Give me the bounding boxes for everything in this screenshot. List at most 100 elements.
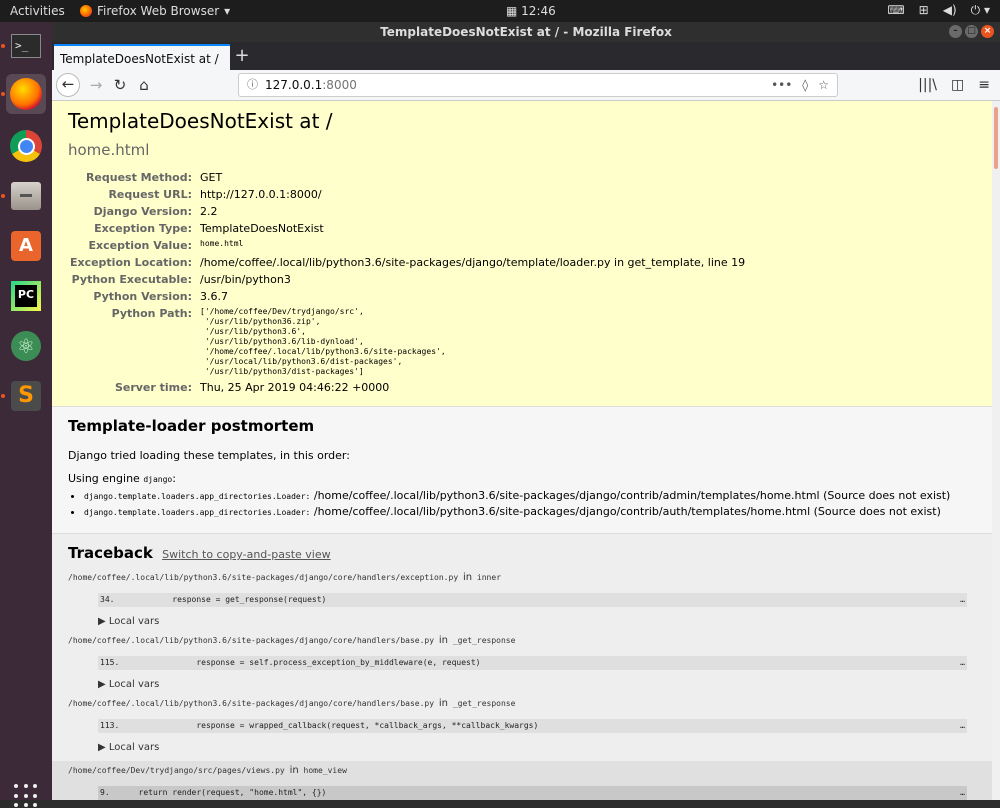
hamburger-menu-icon[interactable]: ≡ — [978, 73, 990, 97]
traceback-heading: Traceback Switch to copy-and-paste view — [68, 544, 976, 562]
code-context-line[interactable]: 9. return render(request, "home.html", {… — [98, 786, 967, 800]
chevron-down-icon: ▾ — [224, 4, 231, 18]
close-icon[interactable]: × — [981, 25, 994, 38]
table-row: Request Method: GET — [68, 169, 745, 186]
python-path-entry: '/usr/lib/python3/dist-packages'] — [200, 367, 364, 376]
files-icon — [11, 182, 41, 210]
firefox-icon — [10, 78, 42, 110]
running-indicator — [1, 194, 5, 198]
python-path-entry: '/usr/local/lib/python3.6/dist-packages'… — [200, 357, 403, 366]
loader-name: django.template.loaders.app_directories.… — [84, 492, 311, 501]
frame-function: _get_response — [452, 636, 516, 645]
browser-tab[interactable]: TemplateDoesNotExist at / — [54, 44, 230, 70]
code-text: 9. return render(request, "home.html", {… — [100, 788, 327, 797]
app-grid-icon[interactable] — [14, 784, 38, 808]
frame-file: /home/coffee/Dev/trydjango/src/pages/vie… — [68, 766, 285, 775]
row-label: Server time: — [114, 381, 192, 394]
software-center-icon: A — [11, 231, 41, 261]
dock: >_ A PC ⚛ S — [0, 22, 52, 808]
files-launcher[interactable] — [6, 176, 46, 216]
app-menu-label: Firefox Web Browser — [97, 4, 220, 18]
row-label: Exception Type: — [94, 222, 192, 235]
clock[interactable]: ▦ 12:46 — [506, 4, 556, 18]
window-titlebar[interactable]: TemplateDoesNotExist at / - Mozilla Fire… — [52, 22, 1000, 42]
app-menu[interactable]: Firefox Web Browser ▾ — [80, 4, 230, 18]
template-path: /home/coffee/.local/lib/python3.6/site-p… — [310, 489, 951, 502]
table-row: Exception Value: home.html — [68, 237, 745, 254]
url-bar[interactable]: ⓘ 127.0.0.1:8000 ••• ◊ ☆ — [238, 73, 838, 97]
code-text: 115. response = self.process_exception_b… — [100, 658, 481, 667]
table-row: Exception Type: TemplateDoesNotExist — [68, 220, 745, 237]
local-vars-toggle[interactable]: ▶ Local vars — [98, 616, 976, 627]
page-scrollbar[interactable] — [992, 101, 1000, 800]
table-row: Python Version: 3.6.7 — [68, 288, 745, 305]
new-tab-button[interactable]: + — [232, 44, 252, 68]
firefox-launcher[interactable] — [6, 74, 46, 114]
running-indicator — [1, 92, 5, 96]
page-actions-button[interactable]: ••• — [771, 74, 792, 96]
bookmark-star-icon[interactable]: ☆ — [818, 74, 829, 96]
row-label: Django Version: — [93, 205, 192, 218]
code-context-line[interactable]: 115. response = self.process_exception_b… — [98, 656, 967, 670]
info-icon[interactable]: ⓘ — [247, 74, 258, 96]
frame-location: /home/coffee/.local/lib/python3.6/site-p… — [68, 698, 976, 709]
system-tray[interactable]: ⌨ ⊞ ◀) ⏻ ▾ — [887, 3, 990, 18]
code-context-line[interactable]: 113. response = wrapped_callback(request… — [98, 719, 967, 733]
local-vars-toggle[interactable]: ▶ Local vars — [98, 742, 976, 753]
atom-launcher[interactable]: ⚛ — [6, 326, 46, 366]
sublime-text-launcher[interactable]: S — [6, 376, 46, 416]
switch-view-link[interactable]: Switch to copy-and-paste view — [162, 548, 330, 561]
row-label: Request Method: — [85, 171, 192, 184]
row-label: Python Version: — [93, 290, 192, 303]
forward-button[interactable]: → — [84, 73, 108, 97]
sublime-text-icon: S — [11, 381, 41, 411]
scrollbar-thumb[interactable] — [994, 107, 998, 169]
terminal-launcher[interactable]: >_ — [6, 26, 46, 66]
traceback-frame-user: /home/coffee/Dev/trydjango/src/pages/vie… — [52, 761, 992, 800]
frame-function: inner — [476, 573, 502, 582]
network-icon[interactable]: ⊞ — [919, 3, 929, 18]
frame-location: /home/coffee/.local/lib/python3.6/site-p… — [68, 635, 976, 646]
postmortem-heading: Template-loader postmortem — [68, 417, 315, 435]
pycharm-launcher[interactable]: PC — [6, 276, 46, 316]
running-indicator — [1, 44, 5, 48]
frame-location: /home/coffee/.local/lib/python3.6/site-p… — [68, 572, 976, 583]
url-text: 127.0.0.1:8000 — [265, 74, 357, 96]
home-button[interactable]: ⌂ — [132, 73, 156, 97]
library-icon[interactable]: |||\ — [918, 73, 937, 97]
code-context-line[interactable]: 34. response = get_response(request) … — [98, 593, 967, 607]
row-value: Thu, 25 Apr 2019 04:46:22 +0000 — [200, 381, 390, 394]
keyboard-icon[interactable]: ⌨ — [887, 3, 904, 18]
maximize-icon[interactable]: □ — [965, 25, 978, 38]
software-center-launcher[interactable]: A — [6, 226, 46, 266]
expand-context-button[interactable]: … — [960, 786, 965, 800]
pocket-icon[interactable]: ◊ — [802, 74, 808, 96]
volume-icon[interactable]: ◀) — [943, 3, 957, 18]
reload-button[interactable]: ↻ — [108, 73, 132, 97]
row-value: /usr/bin/python3 — [200, 273, 291, 286]
postmortem-intro: Django tried loading these templates, in… — [68, 449, 350, 462]
expand-context-button[interactable]: … — [960, 719, 965, 733]
traceback-section: Traceback Switch to copy-and-paste view … — [52, 534, 992, 800]
row-value: http://127.0.0.1:8000/ — [200, 188, 322, 201]
local-vars-toggle[interactable]: ▶ Local vars — [98, 679, 976, 690]
activities-button[interactable]: Activities — [10, 4, 65, 18]
terminal-icon: >_ — [11, 34, 41, 58]
expand-context-button[interactable]: … — [960, 593, 965, 607]
code-text: 113. response = wrapped_callback(request… — [100, 721, 539, 730]
chrome-launcher[interactable] — [6, 126, 46, 166]
code-text: 34. response = get_response(request) — [100, 595, 327, 604]
back-button[interactable]: ← — [56, 73, 80, 97]
traceback-frame: /home/coffee/.local/lib/python3.6/site-p… — [68, 698, 976, 753]
expand-context-button[interactable]: … — [960, 656, 965, 670]
exception-value-heading: home.html — [68, 141, 150, 159]
table-row: Python Executable: /usr/bin/python3 — [68, 271, 745, 288]
minimize-icon[interactable]: – — [949, 25, 962, 38]
table-row: Exception Location: /home/coffee/.local/l… — [68, 254, 745, 271]
python-path-entry: '/usr/lib/python3.6', — [200, 327, 306, 336]
power-icon[interactable]: ⏻ ▾ — [971, 3, 990, 18]
tab-strip: TemplateDoesNotExist at / + — [52, 42, 1000, 70]
sidebar-icon[interactable]: ◫ — [951, 73, 964, 97]
pycharm-icon: PC — [11, 281, 41, 311]
row-label: Python Path: — [111, 307, 192, 320]
